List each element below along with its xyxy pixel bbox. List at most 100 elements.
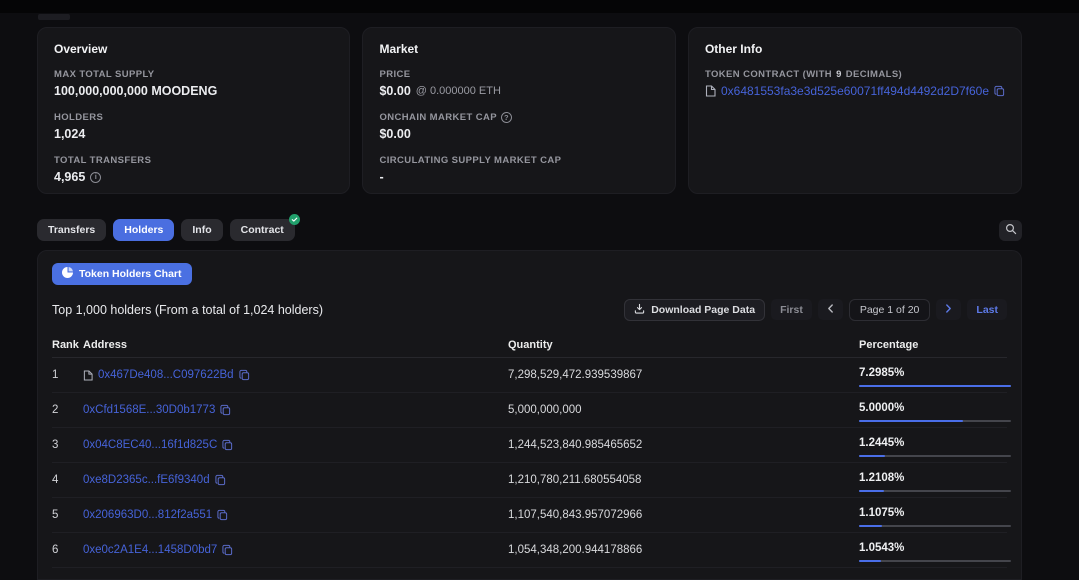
overview-card-title: Overview [54,42,333,56]
percentage-value: 1.1075% [859,507,1011,519]
col-header-percentage: Percentage [859,339,1007,351]
tab-contract-label: Contract [241,224,284,236]
tab-contract[interactable]: Contract [230,219,295,241]
circulating-cap-value: - [379,170,658,184]
download-page-data-button[interactable]: Download Page Data [624,299,765,321]
price-eth-value: @ 0.000000 ETH [416,85,501,97]
percentage-cell: 1.1075% [859,504,1011,527]
tab-bar: Transfers Holders Info Contract [37,219,1022,241]
other-info-card: Other Info TOKEN CONTRACT (WITH 9 DECIMA… [688,27,1022,194]
holder-address-link[interactable]: 0x206963D0...812f2a551 [83,509,212,521]
max-total-supply-value: 100,000,000,000 MOODENG [54,84,333,98]
rank-cell: 5 [52,509,83,521]
chevron-left-icon [827,304,834,316]
download-page-data-label: Download Page Data [651,304,755,316]
token-holders-chart-label: Token Holders Chart [79,268,182,280]
verified-check-icon [289,214,300,225]
holders-panel: Token Holders Chart Top 1,000 holders (F… [37,250,1022,580]
table-row: 2 0xCfd1568E...30D0b1773 5,000,000,000 5… [52,393,1007,428]
copy-icon[interactable] [222,439,233,451]
holder-address-link[interactable]: 0xe0c2A1E4...1458D0bd7 [83,544,217,556]
col-header-rank: Rank [52,339,83,351]
percentage-value: 7.2985% [859,367,1011,379]
rank-cell: 2 [52,404,83,416]
token-contract-label-post: DECIMALS) [846,69,902,80]
percentage-value: 5.0000% [859,402,1011,414]
document-icon [705,85,716,97]
next-page-button[interactable] [936,299,961,320]
rank-cell: 4 [52,474,83,486]
percentage-bar [859,490,1011,492]
holder-address-link[interactable]: 0x467De408...C097622Bd [98,369,234,381]
table-row: 6 0xe0c2A1E4...1458D0bd7 1,054,348,200.9… [52,533,1007,568]
overview-card: Overview MAX TOTAL SUPPLY 100,000,000,00… [37,27,350,194]
holder-address-link[interactable]: 0xe8D2365c...fE6f9340d [83,474,210,486]
info-icon[interactable]: i [90,172,101,183]
copy-icon[interactable] [217,509,228,521]
rank-cell: 6 [52,544,83,556]
copy-icon[interactable] [239,369,250,381]
token-contract-decimals: 9 [836,69,842,80]
pie-chart-icon [62,267,73,281]
col-header-address: Address [83,339,508,351]
onchain-cap-value: $0.00 [379,127,658,141]
search-button[interactable] [999,220,1022,241]
holders-summary: Top 1,000 holders (From a total of 1,024… [52,303,323,317]
token-contract-address-link[interactable]: 0x6481553fa3e3d525e60071ff494d4492d2D7f6… [721,84,989,98]
holder-address-link[interactable]: 0xCfd1568E...30D0b1773 [83,404,215,416]
other-info-card-title: Other Info [705,42,1005,56]
col-header-quantity: Quantity [508,339,859,351]
search-icon [1005,223,1017,238]
last-page-button[interactable]: Last [967,299,1007,320]
percentage-bar [859,525,1011,527]
percentage-cell: 5.0000% [859,399,1011,422]
holders-label: HOLDERS [54,112,333,123]
quantity-cell: 5,000,000,000 [508,404,859,416]
tab-info[interactable]: Info [181,219,222,241]
quantity-cell: 7,298,529,472.939539867 [508,369,859,381]
copy-icon[interactable] [220,404,231,416]
total-transfers-value: 4,965 [54,170,85,184]
quantity-cell: 1,210,780,211.680554058 [508,474,859,486]
price-value: $0.00 [379,84,410,98]
table-row: 4 0xe8D2365c...fE6f9340d 1,210,780,211.6… [52,463,1007,498]
table-row: 3 0x04C8EC40...16f1d825C 1,244,523,840.9… [52,428,1007,463]
holders-value: 1,024 [54,127,333,141]
summary-cards: Overview MAX TOTAL SUPPLY 100,000,000,00… [37,27,1022,194]
holder-address-link[interactable]: 0x04C8EC40...16f1d825C [83,439,217,451]
percentage-bar [859,385,1011,387]
max-total-supply-label: MAX TOTAL SUPPLY [54,69,333,80]
token-contract-label: TOKEN CONTRACT (WITH 9 DECIMALS) [705,69,1005,80]
percentage-bar [859,455,1011,457]
download-icon [634,303,645,317]
table-header-row: Rank Address Quantity Percentage [52,332,1007,358]
percentage-cell: 1.0543% [859,539,1011,562]
tab-holders[interactable]: Holders [113,219,174,241]
percentage-value: 1.0543% [859,542,1011,554]
total-transfers-label: TOTAL TRANSFERS [54,155,333,166]
quantity-cell: 1,244,523,840.985465652 [508,439,859,451]
token-holders-chart-button[interactable]: Token Holders Chart [52,263,192,285]
token-contract-label-pre: TOKEN CONTRACT (WITH [705,69,832,80]
first-page-button[interactable]: First [771,299,812,320]
quantity-cell: 1,054,348,200.944178866 [508,544,859,556]
partial-breadcrumb [38,14,70,20]
prev-page-button[interactable] [818,299,843,320]
market-card: Market PRICE $0.00 @ 0.000000 ETH ONCHAI… [362,27,675,194]
percentage-value: 1.2445% [859,437,1011,449]
tab-transfers[interactable]: Transfers [37,219,106,241]
copy-icon[interactable] [994,85,1005,97]
percentage-bar [859,420,1011,422]
percentage-cell: 7.2985% [859,364,1011,387]
onchain-cap-label: ONCHAIN MARKET CAP [379,112,497,123]
rank-cell: 3 [52,439,83,451]
top-window-strip [0,0,1079,13]
percentage-value: 1.2108% [859,472,1011,484]
document-icon [83,370,93,381]
market-card-title: Market [379,42,658,56]
copy-icon[interactable] [215,474,226,486]
percentage-cell: 1.2445% [859,434,1011,457]
chevron-right-icon [945,304,952,316]
copy-icon[interactable] [222,544,233,556]
help-icon[interactable]: ? [501,112,512,123]
